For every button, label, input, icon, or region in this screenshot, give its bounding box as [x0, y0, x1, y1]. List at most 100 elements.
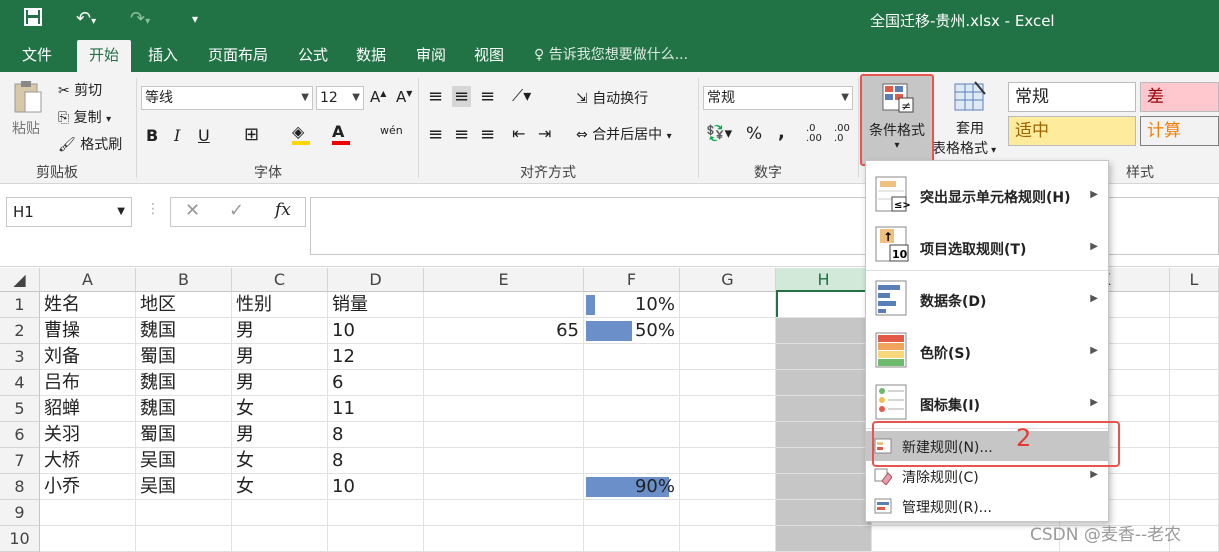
cell-E5[interactable] — [424, 396, 584, 422]
row-header[interactable]: 6 — [0, 422, 40, 448]
row-header[interactable]: 1 — [0, 292, 40, 318]
cell-H6[interactable] — [776, 422, 872, 448]
cell-D8[interactable]: 10 — [328, 474, 424, 500]
row-header[interactable]: 9 — [0, 500, 40, 526]
cell-E7[interactable] — [424, 448, 584, 474]
indent-increase-icon[interactable]: ⇥ — [538, 124, 551, 143]
grow-font-button[interactable]: A▲ — [370, 88, 386, 106]
cell-H7[interactable] — [776, 448, 872, 474]
cell-G10[interactable] — [680, 526, 776, 552]
percent-button[interactable]: % — [746, 124, 762, 144]
cell-C3[interactable]: 男 — [232, 344, 328, 370]
column-header[interactable]: C — [232, 268, 328, 292]
tab-formulas[interactable]: 公式 — [286, 40, 340, 72]
cell-G4[interactable] — [680, 370, 776, 396]
style-neutral[interactable]: 适中 — [1008, 116, 1136, 146]
fill-color-icon[interactable]: ◈ — [292, 122, 310, 145]
cell-E3[interactable] — [424, 344, 584, 370]
redo-icon[interactable]: ↷▾ — [130, 8, 150, 33]
cell-E6[interactable] — [424, 422, 584, 448]
cell-A4[interactable]: 吕布 — [40, 370, 136, 396]
cell-G5[interactable] — [680, 396, 776, 422]
style-calculation[interactable]: 计算 — [1140, 116, 1219, 146]
cell-L2[interactable] — [1170, 318, 1219, 344]
cell-D5[interactable]: 11 — [328, 396, 424, 422]
decrease-decimal-icon[interactable]: .00.0 — [834, 124, 850, 144]
cell-A6[interactable]: 关羽 — [40, 422, 136, 448]
cell-E4[interactable] — [424, 370, 584, 396]
style-normal[interactable]: 常规 — [1008, 82, 1136, 112]
font-size-select[interactable]: 12 ▼ — [316, 86, 364, 110]
tab-file[interactable]: 文件 — [10, 40, 64, 72]
tab-home[interactable]: 开始 — [77, 40, 132, 72]
cell-A2[interactable]: 曹操 — [40, 318, 136, 344]
format-as-table-button[interactable]: 套用 — [944, 80, 996, 138]
row-header[interactable]: 3 — [0, 344, 40, 370]
increase-decimal-icon[interactable]: .0.00 — [806, 124, 822, 144]
cell-D3[interactable]: 12 — [328, 344, 424, 370]
cell-E8[interactable] — [424, 474, 584, 500]
cell-A3[interactable]: 刘备 — [40, 344, 136, 370]
cell-L4[interactable] — [1170, 370, 1219, 396]
cell-A8[interactable]: 小乔 — [40, 474, 136, 500]
insert-function-button[interactable]: fx — [275, 200, 291, 220]
style-bad[interactable]: 差 — [1140, 82, 1219, 112]
cell-H10[interactable] — [776, 526, 872, 552]
cell-C1[interactable]: 性别 — [232, 292, 328, 318]
menu-top-bottom-rules[interactable]: ↑ 10 项目选取规则(T) ▶ — [866, 221, 1108, 271]
cell-F5[interactable] — [584, 396, 680, 422]
cell-A10[interactable] — [40, 526, 136, 552]
cell-G7[interactable] — [680, 448, 776, 474]
cell-E9[interactable] — [424, 500, 584, 526]
italic-button[interactable]: I — [174, 126, 180, 145]
cancel-icon[interactable]: ✕ — [185, 200, 200, 221]
cell-H1[interactable] — [776, 292, 872, 318]
cell-E2[interactable]: 65 — [424, 318, 584, 344]
cell-H5[interactable] — [776, 396, 872, 422]
cell-D6[interactable]: 8 — [328, 422, 424, 448]
column-header[interactable]: A — [40, 268, 136, 292]
font-name-select[interactable]: 等线 ▼ — [141, 86, 313, 110]
cell-C2[interactable]: 男 — [232, 318, 328, 344]
column-header[interactable]: G — [680, 268, 776, 292]
currency-icon[interactable]: 💱▾ — [706, 124, 732, 142]
borders-icon[interactable]: ⊞ — [244, 124, 259, 145]
enter-icon[interactable]: ✓ — [229, 200, 244, 221]
cell-B10[interactable] — [136, 526, 232, 552]
cell-F1[interactable]: 10% — [584, 292, 680, 318]
column-header[interactable]: F — [584, 268, 680, 292]
cell-C9[interactable] — [232, 500, 328, 526]
underline-button[interactable]: U — [198, 126, 210, 145]
merge-center-button[interactable]: ⇔ 合并后居中 ▾ — [576, 124, 672, 144]
cell-L8[interactable] — [1170, 474, 1219, 500]
cell-D7[interactable]: 8 — [328, 448, 424, 474]
cell-D2[interactable]: 10 — [328, 318, 424, 344]
cell-F3[interactable] — [584, 344, 680, 370]
cell-C7[interactable]: 女 — [232, 448, 328, 474]
cell-C6[interactable]: 男 — [232, 422, 328, 448]
indent-decrease-icon[interactable]: ⇤ — [512, 124, 525, 143]
cell-F2[interactable]: 50% — [584, 318, 680, 344]
row-header[interactable]: 8 — [0, 474, 40, 500]
cell-G3[interactable] — [680, 344, 776, 370]
cell-L7[interactable] — [1170, 448, 1219, 474]
row-header[interactable]: 4 — [0, 370, 40, 396]
tab-insert[interactable]: 插入 — [136, 40, 190, 72]
tab-page-layout[interactable]: 页面布局 — [196, 40, 280, 72]
comma-button[interactable]: , — [778, 122, 785, 143]
shrink-font-button[interactable]: A▼ — [396, 88, 412, 106]
cell-B2[interactable]: 魏国 — [136, 318, 232, 344]
cell-B8[interactable]: 吴国 — [136, 474, 232, 500]
cell-B5[interactable]: 魏国 — [136, 396, 232, 422]
row-header[interactable]: 2 — [0, 318, 40, 344]
column-header-selected[interactable]: H — [776, 268, 872, 292]
undo-icon[interactable]: ↶▾ — [76, 8, 96, 33]
cell-B7[interactable]: 吴国 — [136, 448, 232, 474]
row-header[interactable]: 10 — [0, 526, 40, 552]
cell-H4[interactable] — [776, 370, 872, 396]
cell-A1[interactable]: 姓名 — [40, 292, 136, 318]
cut-button[interactable]: ✂ 剪切 — [58, 80, 102, 100]
wrap-text-button[interactable]: ⇲ 自动换行 — [576, 88, 648, 108]
align-left-icon[interactable]: ≡ — [428, 124, 443, 145]
cell-D1[interactable]: 销量 — [328, 292, 424, 318]
